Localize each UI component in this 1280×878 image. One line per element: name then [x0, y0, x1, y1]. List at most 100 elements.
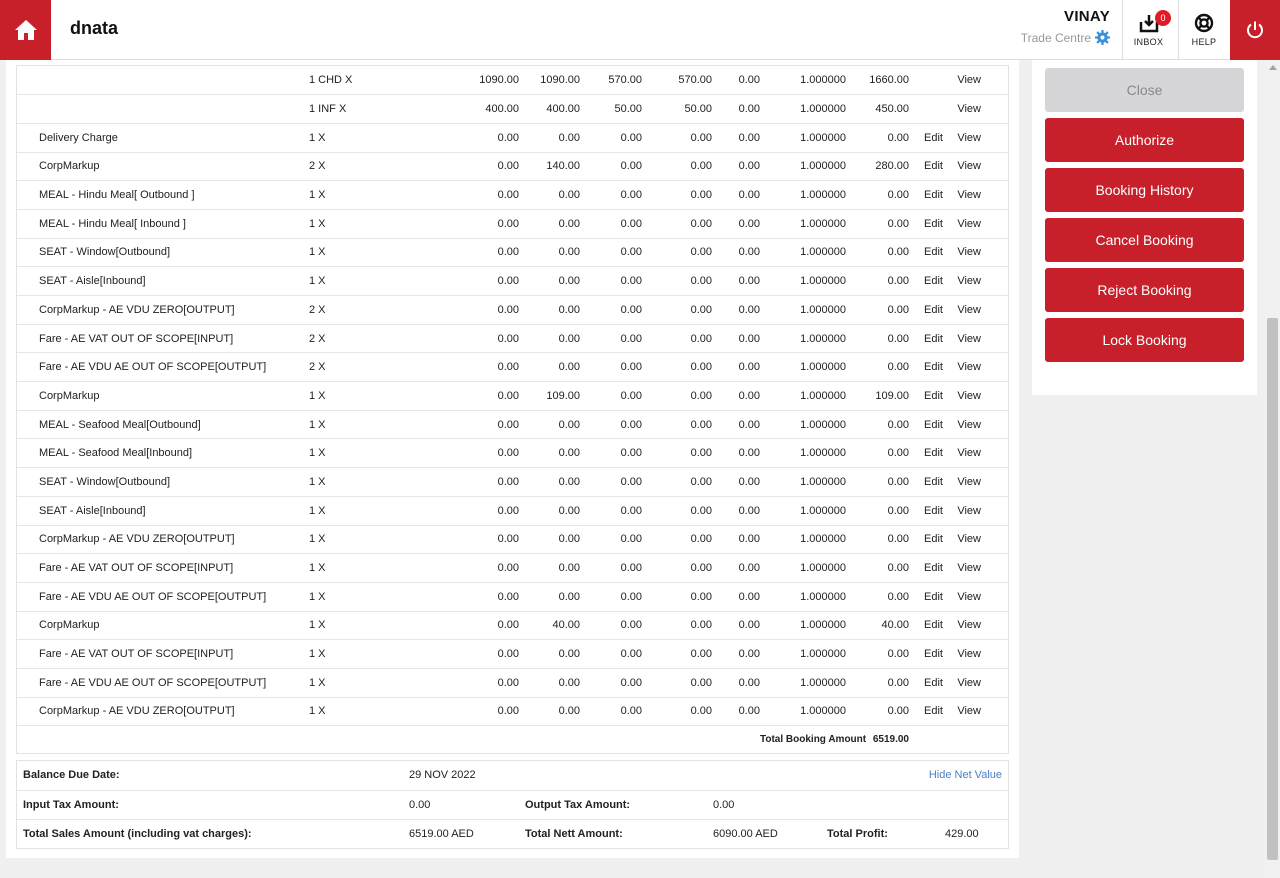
row-spacer [981, 66, 1008, 95]
charge-amount-col-5: 0.00 [712, 409, 760, 439]
charge-amount-col-1: 0.00 [435, 352, 519, 382]
charge-row: SEAT - Window[Outbound] 1 X 0.00 0.00 0.00 0.… [17, 237, 1008, 267]
authorize-button[interactable]: Authorize [1045, 118, 1244, 162]
gear-icon[interactable] [1095, 30, 1110, 45]
inbox-button[interactable]: 0 INBOX [1122, 0, 1174, 60]
edit-link[interactable]: Edit [909, 237, 943, 267]
cancel-booking-button[interactable]: Cancel Booking [1045, 218, 1244, 262]
charge-row: CorpMarkup - AE VDU ZERO[OUTPUT] 1 X 0.00 0… [17, 524, 1008, 554]
view-link[interactable]: View [943, 381, 981, 411]
home-button[interactable] [0, 0, 51, 60]
edit-link[interactable]: Edit [909, 524, 943, 554]
view-link[interactable]: View [943, 667, 981, 698]
output-tax-label: Output Tax Amount: [525, 799, 631, 811]
edit-link[interactable]: Edit [909, 438, 943, 468]
view-link[interactable]: View [943, 610, 981, 640]
charge-quantity: 2 X [309, 352, 435, 382]
scrollbar-thumb[interactable] [1267, 318, 1278, 860]
charge-row: MEAL - Seafood Meal[Inbound] 1 X 0.00 0.00 0… [17, 438, 1008, 468]
view-link[interactable]: View [943, 323, 981, 353]
view-link[interactable]: View [943, 409, 981, 439]
booking-history-button[interactable]: Booking History [1045, 168, 1244, 212]
charge-amount-col-4: 0.00 [642, 495, 712, 525]
view-link[interactable]: View [943, 524, 981, 554]
top-bar: dnata VINAY Trade Centre 0 INBOX HELP [0, 0, 1280, 60]
charge-amount-col-1: 0.00 [435, 495, 519, 525]
charge-description: SEAT - Window[Outbound] [17, 467, 309, 497]
charge-amount-col-4: 50.00 [642, 94, 712, 124]
view-link[interactable]: View [943, 553, 981, 583]
edit-link[interactable]: Edit [909, 553, 943, 583]
charge-amount-col-5: 0.00 [712, 151, 760, 181]
charge-amount-col-6: 1.000000 [760, 553, 846, 583]
charge-amount-col-7: 109.00 [846, 381, 909, 411]
help-button[interactable]: HELP [1178, 0, 1229, 60]
view-link[interactable]: View [943, 438, 981, 468]
view-link[interactable]: View [943, 495, 981, 525]
view-link[interactable]: View [943, 66, 981, 95]
charge-amount-col-4: 0.00 [642, 381, 712, 411]
edit-link[interactable]: Edit [909, 352, 943, 382]
edit-link[interactable]: Edit [909, 381, 943, 411]
charge-amount-col-2: 0.00 [519, 696, 580, 726]
view-link[interactable]: View [943, 696, 981, 726]
view-link[interactable]: View [943, 295, 981, 325]
view-link[interactable]: View [943, 94, 981, 124]
charge-description: SEAT - Aisle[Inbound] [17, 266, 309, 296]
edit-link[interactable]: Edit [909, 323, 943, 353]
charge-amount-col-3: 50.00 [580, 94, 642, 124]
charge-amount-col-1: 0.00 [435, 581, 519, 612]
view-link[interactable]: View [943, 237, 981, 267]
edit-link[interactable]: Edit [909, 266, 943, 296]
view-link[interactable]: View [943, 639, 981, 669]
edit-link[interactable]: Edit [909, 467, 943, 497]
view-link[interactable]: View [943, 352, 981, 382]
view-link[interactable]: View [943, 467, 981, 497]
view-link[interactable]: View [943, 151, 981, 181]
lock-booking-button[interactable]: Lock Booking [1045, 318, 1244, 362]
edit-link[interactable]: Edit [909, 122, 943, 153]
hide-net-value-link[interactable]: Hide Net Value [929, 769, 1002, 781]
edit-link[interactable]: Edit [909, 208, 943, 239]
user-branch: Trade Centre [1021, 30, 1110, 45]
charge-amount-col-5: 0.00 [712, 610, 760, 640]
charge-quantity: 1 X [309, 553, 435, 583]
charge-amount-col-7: 0.00 [846, 180, 909, 210]
charge-amount-col-6: 1.000000 [760, 352, 846, 382]
charge-amount-col-5: 0.00 [712, 208, 760, 239]
charge-amount-col-7: 0.00 [846, 352, 909, 382]
edit-link[interactable]: Edit [909, 696, 943, 726]
view-link[interactable]: View [943, 180, 981, 210]
charge-amount-col-4: 0.00 [642, 122, 712, 153]
view-link[interactable]: View [943, 122, 981, 153]
scroll-up-arrow-icon[interactable] [1269, 65, 1277, 70]
charge-amount-col-7: 0.00 [846, 553, 909, 583]
charge-amount-col-7: 0.00 [846, 639, 909, 669]
charge-amount-col-4: 0.00 [642, 237, 712, 267]
edit-link[interactable]: Edit [909, 295, 943, 325]
edit-link[interactable]: Edit [909, 667, 943, 698]
view-link[interactable]: View [943, 266, 981, 296]
edit-link[interactable]: Edit [909, 581, 943, 612]
input-tax-value: 0.00 [409, 799, 431, 811]
edit-link[interactable]: Edit [909, 639, 943, 669]
charge-amount-col-5: 0.00 [712, 94, 760, 124]
page-scrollbar[interactable] [1265, 60, 1280, 878]
charge-amount-col-5: 0.00 [712, 639, 760, 669]
logout-button[interactable] [1230, 0, 1280, 60]
edit-link[interactable]: Edit [909, 409, 943, 439]
charge-amount-col-2: 40.00 [519, 610, 580, 640]
home-icon [14, 20, 37, 40]
close-button[interactable]: Close [1045, 68, 1244, 112]
row-spacer [981, 524, 1008, 554]
edit-link[interactable]: Edit [909, 180, 943, 210]
edit-link[interactable]: Edit [909, 495, 943, 525]
edit-link[interactable]: Edit [909, 151, 943, 181]
charge-amount-col-1: 0.00 [435, 610, 519, 640]
edit-link[interactable]: Edit [909, 610, 943, 640]
view-link[interactable]: View [943, 581, 981, 612]
view-link[interactable]: View [943, 208, 981, 239]
charge-amount-col-6: 1.000000 [760, 208, 846, 239]
reject-booking-button[interactable]: Reject Booking [1045, 268, 1244, 312]
charge-quantity: 1 X [309, 438, 435, 468]
